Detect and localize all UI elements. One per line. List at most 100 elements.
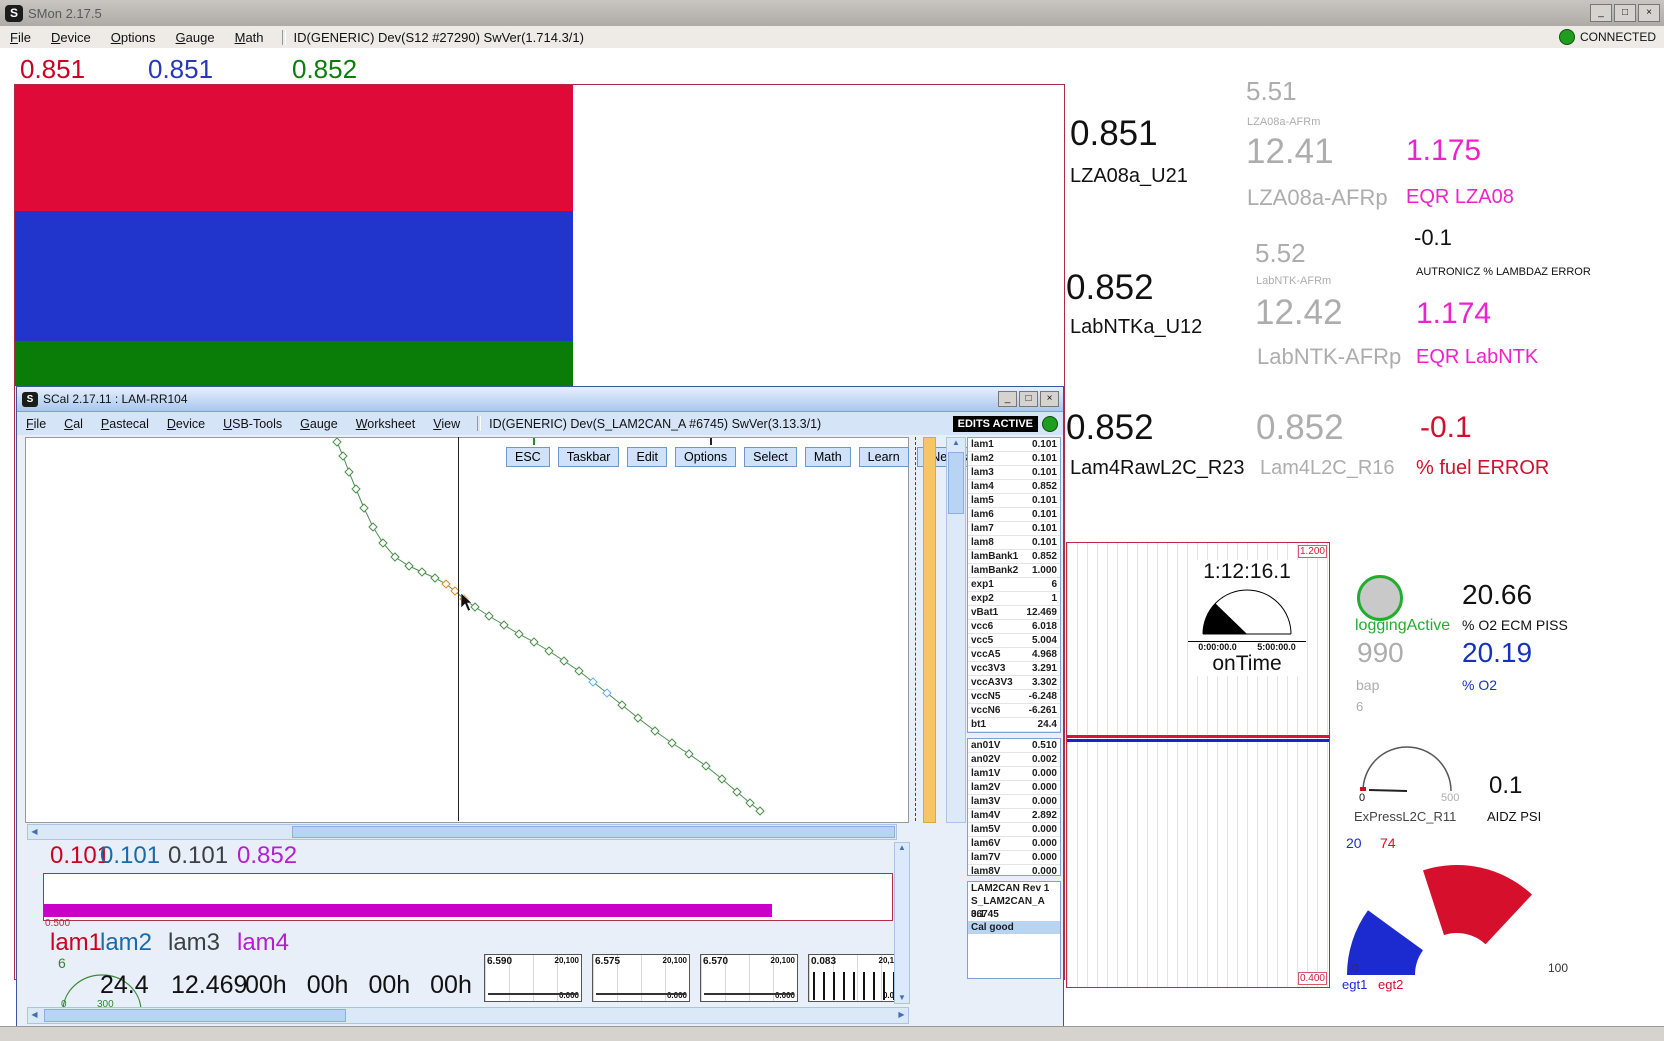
scal-menu-item[interactable]: View bbox=[424, 417, 469, 431]
readout-labntk-label: LabNTKa_U12 bbox=[1070, 317, 1202, 338]
channel-row: lam3 0.101 bbox=[968, 466, 1060, 480]
voltage-value: 0.002 bbox=[1032, 753, 1057, 766]
smon-menu-item[interactable]: File bbox=[0, 30, 41, 45]
scal-menu-item[interactable]: Worksheet bbox=[347, 417, 425, 431]
scroll-right-icon[interactable]: ▶ bbox=[895, 1008, 908, 1021]
smon-window-title: SMon 2.17.5 bbox=[28, 6, 102, 21]
toolbar-button[interactable]: Options bbox=[675, 447, 736, 467]
channel-row: exp2 1 bbox=[968, 592, 1060, 606]
toolbar-button[interactable]: ESC bbox=[506, 447, 550, 467]
chart-cursor-line bbox=[458, 437, 459, 821]
lambda-bar-red bbox=[15, 85, 573, 211]
smon-menu-item[interactable]: Device bbox=[41, 30, 101, 45]
channel-name: lam6 bbox=[971, 508, 994, 521]
readout-eqr-lza08-label: EQR LZA08 bbox=[1406, 187, 1514, 208]
top-lambda-value-1: 0.851 bbox=[20, 56, 85, 83]
chart-horizontal-scrollbar[interactable]: ◀ bbox=[27, 824, 897, 840]
channel-row: vcc6 6.018 bbox=[968, 620, 1060, 634]
readout-lza08a-label: LZA08a_U21 bbox=[1070, 166, 1188, 187]
bap-value: 990 bbox=[1357, 638, 1404, 667]
smon-close-button[interactable]: × bbox=[1638, 4, 1660, 22]
voltage-value: 0.000 bbox=[1032, 823, 1057, 836]
chart-tick-black bbox=[710, 438, 712, 445]
channel-name: vBat1 bbox=[971, 606, 998, 619]
mini-chart-value: 6.570 bbox=[703, 956, 728, 967]
hour-counter: 00h bbox=[307, 971, 349, 1000]
channel-row: vccN5 -6.248 bbox=[968, 690, 1060, 704]
toolbar-button[interactable]: Learn bbox=[859, 447, 909, 467]
scal-menu-item[interactable]: USB-Tools bbox=[214, 417, 291, 431]
channel-row: exp1 6 bbox=[968, 578, 1060, 592]
channel-name: lam4 bbox=[971, 480, 994, 493]
lambda-bar-blue bbox=[15, 211, 573, 341]
toolbar-button[interactable]: Taskbar bbox=[558, 447, 620, 467]
toolbar-button[interactable]: Select bbox=[744, 447, 797, 467]
scal-menu-item[interactable]: Pastecal bbox=[92, 417, 158, 431]
scal-close-button[interactable]: × bbox=[1040, 391, 1059, 407]
top-lambda-value-3: 0.852 bbox=[292, 56, 357, 83]
voltage-row: lam1V 0.000 bbox=[968, 767, 1060, 781]
scal-app-icon: S bbox=[22, 392, 38, 407]
scrollbar-thumb[interactable] bbox=[292, 826, 895, 838]
voltage-row: lam8V 0.000 bbox=[968, 865, 1060, 876]
readout-labntk-afrm-label: LabNTK-AFRm bbox=[1256, 276, 1331, 288]
scal-menu-item[interactable]: Cal bbox=[55, 417, 92, 431]
mini-chart-value: 0.083 bbox=[811, 956, 836, 967]
smon-minimize-button[interactable]: _ bbox=[1590, 4, 1612, 22]
channel-row: lam1 0.101 bbox=[968, 438, 1060, 452]
channel-value: 0.101 bbox=[1032, 536, 1057, 549]
bottom-vertical-scrollbar[interactable]: ▲ ▼ bbox=[894, 842, 910, 1004]
voltage-value: 0.000 bbox=[1032, 767, 1057, 780]
channel-name: lamBank2 bbox=[971, 564, 1018, 577]
scroll-down-icon[interactable]: ▼ bbox=[895, 993, 909, 1003]
smon-menu-item[interactable]: Math bbox=[225, 30, 274, 45]
scroll-up-icon[interactable]: ▲ bbox=[947, 438, 965, 448]
mini-chart-trace bbox=[704, 993, 794, 995]
channel-value: 1.000 bbox=[1032, 564, 1057, 577]
toolbar-button[interactable]: Edit bbox=[627, 447, 667, 467]
scroll-left-icon[interactable]: ◀ bbox=[28, 1008, 41, 1023]
channel-name: lam8 bbox=[971, 536, 994, 549]
channel-row: lam2 0.101 bbox=[968, 452, 1060, 466]
egt1-label: egt1 bbox=[1342, 978, 1367, 992]
scal-maximize-button[interactable]: □ bbox=[1019, 391, 1038, 407]
scal-menu-item[interactable]: Device bbox=[158, 417, 214, 431]
channel-row: lamBank2 1.000 bbox=[968, 564, 1060, 578]
vbat-value: 12.469 bbox=[171, 971, 247, 1000]
channel-value: 0.101 bbox=[1032, 452, 1057, 465]
scrollbar-thumb[interactable] bbox=[44, 1009, 346, 1022]
hour-counter: 00h bbox=[430, 971, 472, 1000]
channel-row: vccA5 4.968 bbox=[968, 648, 1060, 662]
edits-active-badge: EDITS ACTIVE bbox=[953, 416, 1038, 432]
channel-value: 1 bbox=[1051, 592, 1057, 605]
scroll-left-icon[interactable]: ◀ bbox=[28, 825, 41, 839]
scrollbar-thumb[interactable] bbox=[948, 452, 964, 514]
chart-vertical-scrollbar[interactable]: ▲ bbox=[946, 437, 966, 823]
channel-value: 0.101 bbox=[1032, 466, 1057, 479]
readout-labntk-afrp-label: LabNTK-AFRp bbox=[1257, 345, 1401, 368]
scal-menu-item[interactable]: File bbox=[17, 417, 55, 431]
cal-status-item[interactable]: Cal good bbox=[968, 921, 1060, 934]
smon-maximize-button[interactable]: □ bbox=[1614, 4, 1636, 22]
voltage-row: an02V 0.002 bbox=[968, 753, 1060, 767]
channel-name: exp2 bbox=[971, 592, 994, 605]
scal-bottom-scrollbar[interactable]: ◀ ▶ bbox=[27, 1007, 909, 1024]
smon-menu-item[interactable]: Gauge bbox=[166, 30, 225, 45]
voltage-row: an01V 0.510 bbox=[968, 739, 1060, 753]
scal-minimize-button[interactable]: _ bbox=[998, 391, 1017, 407]
calibration-chart[interactable] bbox=[25, 437, 909, 823]
mini-chart-value: 6.590 bbox=[487, 956, 512, 967]
voltage-row: lam3V 0.000 bbox=[968, 795, 1060, 809]
channel-value: 3.291 bbox=[1032, 662, 1057, 675]
edits-active-status-icon bbox=[1042, 416, 1058, 432]
mini-chart-max: 20,100 bbox=[663, 956, 687, 965]
toolbar-button[interactable]: Math bbox=[805, 447, 851, 467]
smon-menu-item[interactable]: Options bbox=[101, 30, 166, 45]
smon-menu-items: FileDeviceOptionsGaugeMath bbox=[0, 30, 274, 45]
scroll-up-icon[interactable]: ▲ bbox=[895, 843, 909, 853]
lam4-label: lam4 bbox=[237, 929, 289, 957]
scal-menu-item[interactable]: Gauge bbox=[291, 417, 347, 431]
readout-eqr-lza08-value: 1.175 bbox=[1406, 135, 1481, 167]
channel-row: rpm 0 bbox=[968, 732, 1060, 733]
channel-row: vBat1 12.469 bbox=[968, 606, 1060, 620]
